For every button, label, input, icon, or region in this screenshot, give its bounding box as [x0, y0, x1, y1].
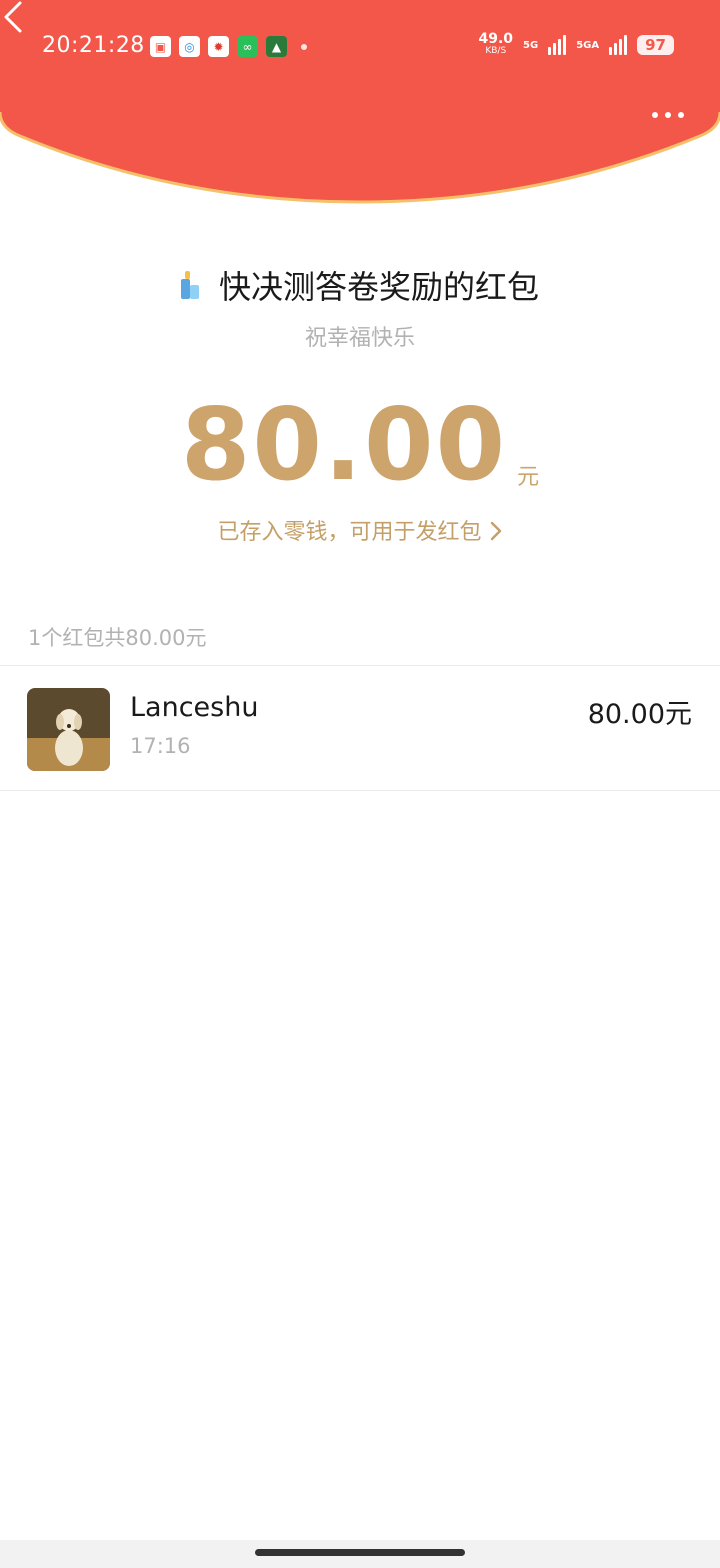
notification-icons: ▣ ◎ ✹ ∞ ▲ [150, 36, 307, 57]
list-item[interactable]: Lanceshu 17:16 80.00元 [0, 666, 720, 790]
more-notifications-dot [301, 43, 307, 50]
app-notification-icon: ▣ [150, 36, 171, 57]
header-background [0, 0, 720, 204]
red-packet-header: 20:21:28 ▣ ◎ ✹ ∞ ▲ 49.0 KB/S 5G 5GA 97 [0, 0, 720, 210]
chevron-left-icon[interactable] [0, 0, 28, 34]
divider [0, 790, 720, 791]
app-notification-icon: ◎ [179, 36, 200, 57]
chevron-right-icon [490, 521, 501, 541]
packet-amount: 80.00 [180, 386, 508, 503]
more-dots-icon[interactable] [652, 112, 684, 118]
battery-indicator: 97 [637, 35, 674, 55]
record-amount: 80.00元 [587, 699, 692, 730]
saved-link-label: 已存入零钱，可用于发红包 [217, 520, 482, 545]
app-notification-icon: ✹ [208, 36, 229, 57]
net-type-2: 5GA [576, 39, 600, 51]
system-nav-bar [0, 1540, 720, 1568]
blessing-text: 祝幸福快乐 [304, 326, 415, 351]
signal-icon [548, 35, 567, 55]
signal-icon [609, 35, 628, 55]
home-indicator[interactable] [255, 1549, 465, 1556]
status-time: 20:21:28 [42, 33, 145, 58]
app-notification-icon: ▲ [266, 36, 287, 57]
packet-title-row: 快决测答卷奖励的红包 [0, 262, 720, 308]
sender-name: Lanceshu [130, 692, 259, 723]
sender-logo-icon [180, 271, 203, 299]
packet-summary: 1个红包共80.00元 [28, 626, 207, 650]
amount-unit: 元 [517, 465, 540, 490]
packet-title: 快决测答卷奖励的红包 [218, 268, 539, 306]
net-type-1: 5G [523, 39, 539, 51]
saved-to-balance-link[interactable]: 已存入零钱，可用于发红包 [0, 514, 720, 546]
status-indicators: 49.0 KB/S 5G 5GA 97 [478, 31, 674, 57]
amount-row: 80.00 元 [0, 395, 720, 495]
avatar [27, 688, 110, 771]
net-speed: 49.0 KB/S [478, 31, 514, 56]
received-time: 17:16 [130, 734, 191, 758]
app-notification-icon: ∞ [237, 36, 258, 57]
